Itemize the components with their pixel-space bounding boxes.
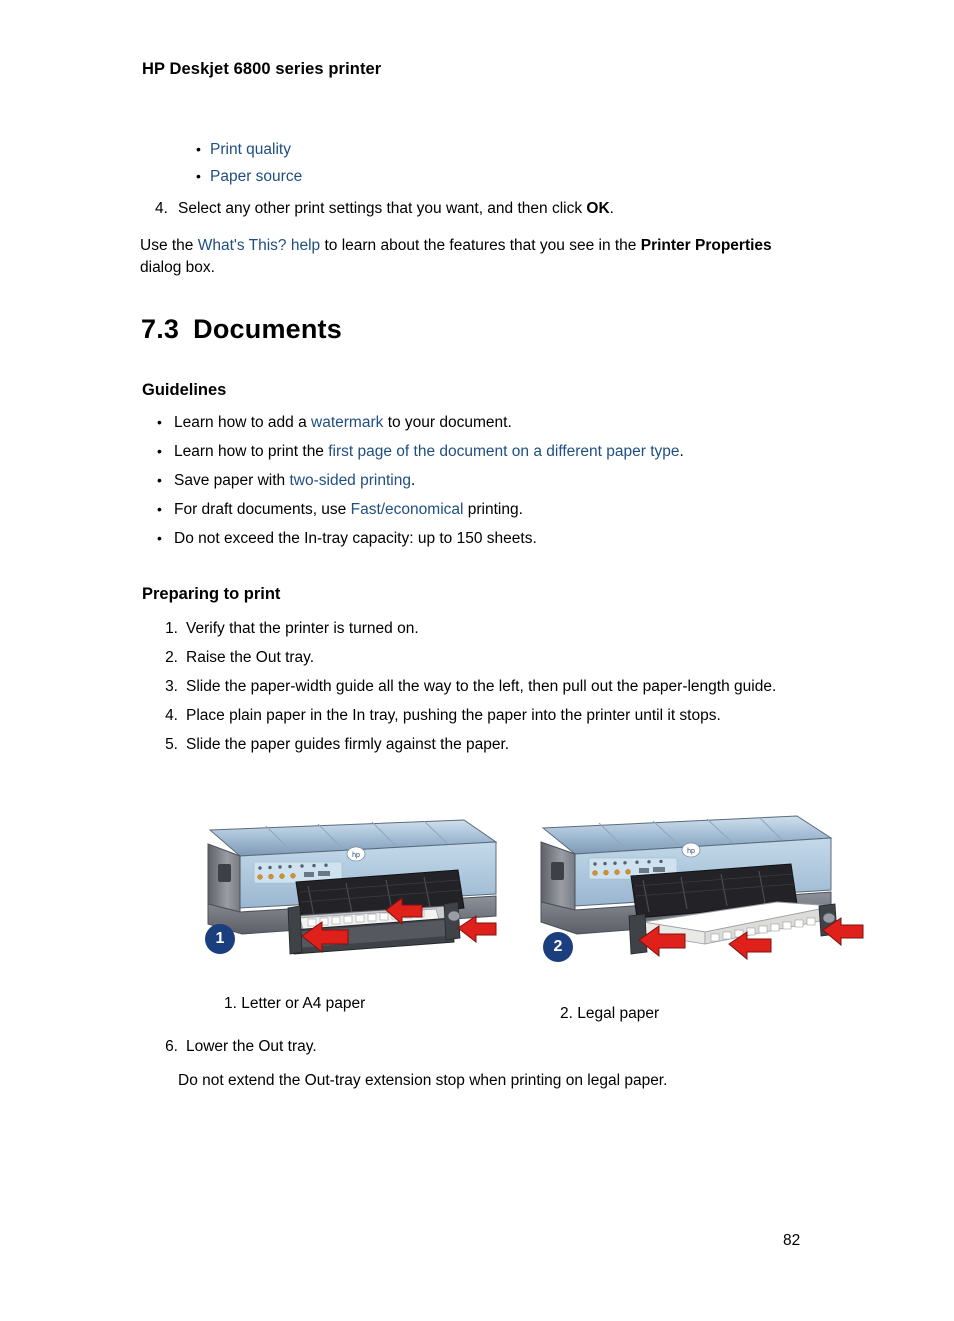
figure-caption-2: 2. Legal paper [560, 1005, 660, 1022]
step-text: Verify that the printer is turned on. [186, 620, 419, 637]
document-page: HP Deskjet 6800 series printer • Print q… [0, 0, 954, 1321]
link-watermark[interactable]: watermark [311, 414, 383, 431]
step-text: Lower the Out tray. [186, 1038, 317, 1055]
list-item: • Paper source [196, 168, 716, 186]
list-item: • Learn how to add a watermark to your d… [157, 414, 837, 432]
step-number: 2. [165, 649, 178, 666]
list-item: 5. Slide the paper guides firmly against… [152, 734, 842, 755]
link-whats-this-help[interactable]: What's This? help [198, 237, 320, 254]
whats-this-paragraph: Use the What's This? help to learn about… [140, 235, 812, 279]
guideline-text: Save paper with two-sided printing. [174, 472, 415, 490]
list-item: 2. Raise the Out tray. [152, 647, 842, 668]
guideline-text: Learn how to print the first page of the… [174, 443, 684, 461]
paragraph-part-1: Use the [140, 237, 198, 254]
step-text: Place plain paper in the In tray, pushin… [186, 707, 721, 724]
list-item: • Print quality [196, 141, 716, 159]
guideline-part-1: Save paper with [174, 472, 290, 489]
top-step-4: 4. Select any other print settings that … [155, 200, 614, 218]
guideline-text: For draft documents, use Fast/economical… [174, 501, 523, 519]
bullet-icon: • [157, 501, 162, 517]
section-heading: 7.3 Documents [141, 314, 342, 345]
bullet-icon: • [157, 414, 162, 430]
list-item: • Save paper with two-sided printing. [157, 472, 837, 490]
list-item: • Learn how to print the first page of t… [157, 443, 837, 461]
legal-paper-note: Do not extend the Out-tray extension sto… [178, 1072, 668, 1089]
link-first-page-different-paper[interactable]: first page of the document on a differen… [328, 443, 679, 460]
link-two-sided-printing[interactable]: two-sided printing [289, 472, 410, 489]
figure-badge-1: 1 [205, 924, 235, 954]
step-text-after: . [609, 200, 614, 217]
bullet-icon: • [196, 168, 201, 184]
list-item: 3. Slide the paper-width guide all the w… [152, 676, 842, 697]
bullet-icon: • [196, 141, 201, 157]
printer-illustration-letter-a4: hp [196, 812, 516, 984]
guideline-part-1: Learn how to add a [174, 414, 312, 431]
guideline-part-2: . [679, 443, 684, 460]
printer-illustration-legal: hp [533, 810, 865, 986]
link-print-quality[interactable]: Print quality [210, 141, 291, 159]
guideline-text: Do not exceed the In-tray capacity: up t… [174, 530, 537, 547]
list-item: 4. Place plain paper in the In tray, pus… [152, 705, 842, 726]
ok-label: OK [586, 200, 610, 217]
guideline-part-1: For draft documents, use [174, 501, 351, 518]
printer-properties-label: Printer Properties [640, 237, 772, 254]
subheading-guidelines: Guidelines [142, 381, 227, 399]
step-text: Slide the paper guides firmly against th… [186, 736, 510, 753]
step-number: 5. [165, 736, 178, 753]
step-text-before: Select any other print settings that you… [178, 200, 587, 217]
svg-text:hp: hp [687, 848, 695, 855]
guideline-part-2: . [410, 472, 416, 489]
page-number: 82 [783, 1232, 801, 1249]
bullet-icon: • [157, 443, 162, 459]
paragraph-part-3: dialog box. [140, 259, 215, 276]
section-title: Documents [193, 314, 342, 344]
step-number: 4. [155, 200, 168, 217]
guideline-part-2: to your document. [383, 414, 512, 431]
top-link-list: • Print quality • Paper source [196, 141, 716, 195]
guideline-text: Learn how to add a watermark to your doc… [174, 414, 512, 432]
guidelines-list: • Learn how to add a watermark to your d… [157, 414, 837, 559]
link-fast-economical[interactable]: Fast/economical [351, 501, 464, 518]
figure-badge-2: 2 [543, 932, 573, 962]
bullet-icon: • [157, 530, 162, 546]
list-item: • Do not exceed the In-tray capacity: up… [157, 530, 837, 548]
step-6: 6. Lower the Out tray. [152, 1038, 317, 1056]
figure-caption-1: 1. Letter or A4 paper [224, 995, 366, 1012]
step-number: 6. [165, 1038, 178, 1055]
paragraph-part-2: to learn about the features that you see… [320, 237, 641, 254]
step-text: Raise the Out tray. [186, 649, 315, 666]
preparing-steps-list: 1. Verify that the printer is turned on.… [152, 618, 842, 763]
list-item: • For draft documents, use Fast/economic… [157, 501, 837, 519]
step-number: 1. [165, 620, 178, 637]
svg-text:hp: hp [352, 852, 360, 859]
guideline-part-1: Learn how to print the [174, 443, 329, 460]
page-title: HP Deskjet 6800 series printer [142, 60, 382, 78]
bullet-icon: • [157, 472, 162, 488]
link-paper-source[interactable]: Paper source [210, 168, 302, 186]
list-item: 1. Verify that the printer is turned on. [152, 618, 842, 639]
step-number: 3. [165, 678, 178, 695]
step-text: Select any other print settings that you… [178, 200, 614, 218]
guideline-part-2: printing. [463, 501, 523, 518]
step-number: 4. [165, 707, 178, 724]
section-number: 7.3 [141, 314, 180, 344]
subheading-preparing-to-print: Preparing to print [142, 585, 281, 603]
step-text: Slide the paper-width guide all the way … [186, 678, 777, 695]
